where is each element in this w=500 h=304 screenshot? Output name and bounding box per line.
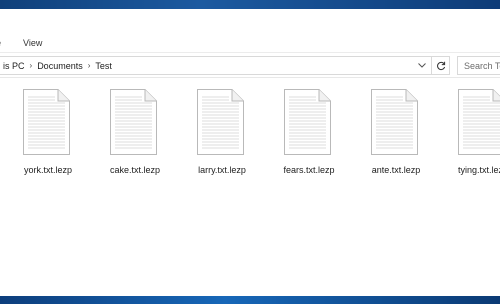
search-input[interactable]: Search Te [457, 56, 500, 75]
address-bar[interactable]: is PC › Documents › Test [0, 56, 450, 75]
ribbon-tab-partial[interactable]: e [0, 38, 1, 48]
file-name: larry.txt.lezp [198, 165, 246, 175]
chevron-down-icon[interactable] [415, 57, 429, 74]
file-item[interactable]: fears.txt.lezp [265, 86, 353, 186]
ribbon-tab-view[interactable]: View [23, 38, 42, 48]
file-item[interactable]: york.txt.lezp [4, 86, 92, 186]
taskbar-edge [0, 296, 500, 304]
file-name: ante.txt.lezp [371, 165, 421, 175]
file-item[interactable]: cake.txt.lezp [91, 86, 179, 186]
breadcrumb-test[interactable]: Test [91, 61, 116, 71]
text-document-icon [22, 89, 70, 155]
title-bar-edge [0, 0, 500, 9]
file-item[interactable]: ante.txt.lezp [352, 86, 440, 186]
file-name: cake.txt.lezp [109, 165, 161, 175]
text-document-icon [283, 89, 331, 155]
file-name: tying.txt.lezp [457, 165, 500, 175]
breadcrumb-documents[interactable]: Documents [33, 61, 87, 71]
ribbon: e View [0, 9, 500, 53]
file-item[interactable]: larry.txt.lezp [178, 86, 266, 186]
refresh-icon[interactable] [431, 57, 449, 74]
navigation-bar: is PC › Documents › Test Search Te [0, 53, 500, 78]
text-document-icon [109, 89, 157, 155]
file-name: york.txt.lezp [23, 165, 72, 175]
text-document-icon [370, 89, 418, 155]
breadcrumb-this-pc[interactable]: is PC [0, 61, 29, 71]
file-item[interactable]: tying.txt.lezp [439, 86, 500, 186]
file-name: fears.txt.lezp [283, 165, 335, 175]
text-document-icon [457, 89, 500, 155]
text-document-icon [196, 89, 244, 155]
file-list: york.txt.lezp cake.txt.lezp larry.txt.le… [0, 78, 500, 296]
